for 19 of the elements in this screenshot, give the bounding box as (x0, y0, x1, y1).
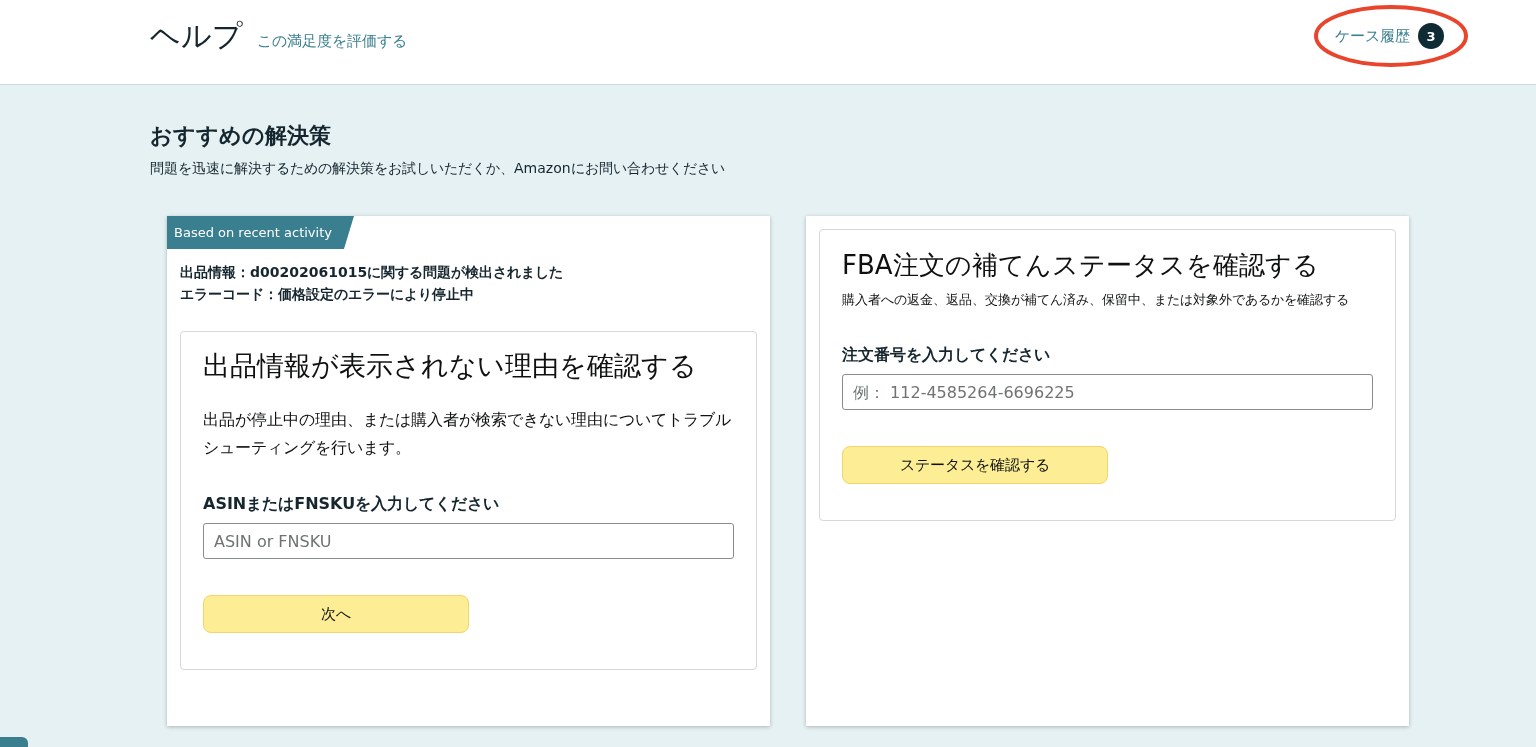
input-field[interactable]: 例： 112-4585264-6696225 (842, 374, 1373, 410)
alert-text: エラーコード：価格設定のエラーにより停止中 (180, 285, 475, 304)
rate-link[interactable]: この満足度を評価する (257, 31, 407, 51)
panel-title: 出品情報が表示されない理由を確認する (203, 349, 697, 383)
section-title: おすすめの解決策 (150, 122, 332, 150)
section-subtitle: 問題を迅速に解決するための解決策をお試しいただくか、Amazonにお問い合わせください (150, 160, 726, 178)
submit-button[interactable]: ステータスを確認する (842, 446, 1108, 484)
submit-button[interactable]: 次へ (203, 595, 469, 633)
panel-title: FBA注文の補てんステータスを確認する (842, 249, 1319, 282)
field-label: 注文番号を入力してください (842, 345, 1050, 366)
input-field[interactable]: ASIN or FNSKU (203, 523, 734, 559)
case-history-link[interactable]: ケース履歴 (1335, 26, 1410, 46)
page-title: ヘルプ (150, 16, 243, 55)
activity-badge: Based on recent activity (167, 216, 354, 249)
panel-description: 出品が停止中の理由、または購入者が検索できない理由についてトラブルシューティングを行います。 (203, 409, 732, 459)
field-label: ASINまたはFNSKUを入力してください (203, 494, 500, 515)
count-badge: 3 (1418, 23, 1444, 49)
panel-description: 購入者への返金、返品、交換が補てん済み、保留中、または対象外であるかを確認する (842, 291, 1349, 309)
alert-text: 出品情報：d00202061015に関する問題が検出されました (180, 263, 565, 282)
